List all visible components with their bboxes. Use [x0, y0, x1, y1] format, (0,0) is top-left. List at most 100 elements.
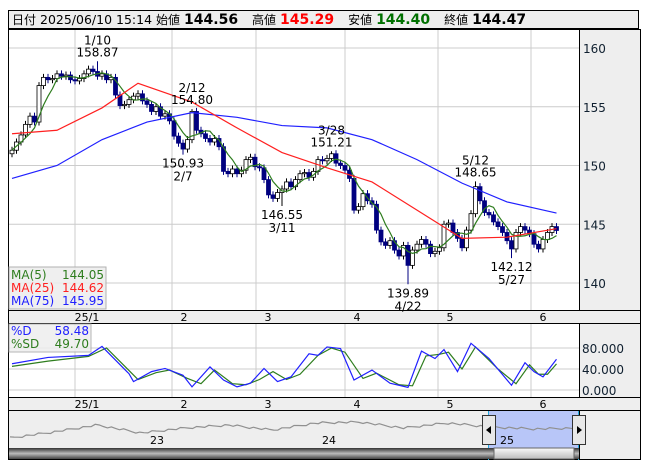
candle-body [500, 226, 505, 233]
candle-body [207, 138, 213, 143]
price-tick-label: 145 [583, 218, 606, 232]
annotation-value: 158.87 [77, 45, 119, 59]
month-label: 4 [354, 311, 361, 324]
candle-body [351, 178, 357, 211]
candle-body [162, 113, 168, 117]
annotation-value: 142.12 [491, 260, 533, 274]
candle-body [536, 243, 541, 250]
month-label: 2 [181, 311, 188, 324]
annotation-value: 148.65 [455, 165, 497, 179]
candle-body [495, 221, 501, 227]
ma25-legend-name: MA(25) [11, 281, 54, 295]
candle-body [522, 226, 528, 231]
month-label: 3 [265, 311, 272, 324]
candle-body [230, 168, 235, 175]
annotation-value: 151.21 [311, 135, 353, 149]
candle-body [234, 168, 240, 175]
price-tick-label: 150 [583, 160, 606, 174]
candle-body [450, 222, 456, 233]
candle-body [356, 206, 361, 211]
candle-body [261, 167, 267, 181]
annotation-date: 5/27 [498, 273, 525, 287]
month-label: 3 [265, 398, 272, 411]
right-handle[interactable] [572, 415, 586, 445]
candle-body [171, 120, 177, 137]
annotation-value: 146.55 [261, 208, 303, 222]
candle [113, 73, 118, 99]
candle-body [41, 76, 46, 86]
annotation-date: 3/11 [269, 221, 296, 235]
candle-body [486, 212, 492, 216]
ma75-legend-value: 145.95 [62, 294, 104, 308]
candle-body [284, 181, 289, 190]
candle-body [383, 241, 388, 246]
candle-body [153, 106, 159, 112]
left-handle[interactable] [482, 415, 496, 445]
candle [441, 220, 447, 252]
candle-body [437, 247, 442, 252]
year-label-25: 25 [500, 434, 514, 447]
candle-body [257, 166, 262, 169]
candle-body [468, 213, 474, 231]
scrollbar-thumb[interactable] [493, 447, 575, 460]
candle [464, 226, 469, 252]
candle-body [302, 172, 307, 175]
month-label: 6 [540, 398, 547, 411]
stoch-tick-label: 40.000 [582, 363, 624, 377]
candle-body [86, 68, 91, 75]
candle-body [45, 76, 51, 81]
candle-body [194, 111, 199, 131]
candle-body [324, 158, 330, 162]
candle-body [27, 115, 33, 125]
candle-body [338, 162, 343, 166]
candle-body [185, 139, 190, 150]
candle-body [50, 78, 55, 81]
month-label: 25/1 [75, 311, 100, 324]
month-label: 5 [447, 311, 454, 324]
month-label: 6 [540, 311, 547, 324]
candle-body [540, 239, 546, 250]
stoch-sd-legend-value: 49.70 [55, 337, 89, 351]
candle [194, 107, 199, 134]
candle-body [428, 243, 433, 255]
annotation-value: 154.80 [171, 93, 213, 107]
candle [513, 228, 519, 253]
year-label-23: 23 [150, 434, 164, 447]
candle-body [180, 142, 186, 150]
candle-body [144, 100, 150, 105]
candle-body [32, 115, 37, 123]
candle-body [405, 244, 411, 266]
stoch-plot-area[interactable] [8, 323, 580, 398]
ma75-legend-name: MA(75) [11, 294, 54, 308]
candle-body [509, 240, 514, 250]
candle-body [378, 229, 384, 243]
candle-body [297, 173, 303, 181]
candle-body [477, 186, 483, 202]
annotation-date: 4/22 [395, 299, 422, 313]
stoch-d-legend-value: 58.48 [55, 324, 89, 338]
candle-body [288, 181, 294, 188]
annotation-value: 139.89 [387, 286, 429, 300]
ma25-legend-value: 144.62 [62, 281, 104, 295]
candle-body [459, 237, 465, 249]
candle-body [77, 78, 82, 82]
candle [473, 181, 478, 218]
candle-body [176, 135, 181, 144]
candle-body [72, 79, 78, 82]
ma-legend: MA(5) 144.05 MA(25) 144.62 MA(75) 145.95 [8, 266, 107, 310]
candle-body [248, 156, 253, 161]
candle-body [203, 133, 208, 139]
price-tick-label: 140 [583, 277, 606, 291]
candle-body [135, 93, 141, 97]
candle-body [518, 226, 523, 233]
candle-body [342, 165, 348, 171]
candle [189, 109, 195, 144]
candle-body [320, 159, 325, 162]
candle-body [464, 229, 469, 249]
candle-body [531, 233, 537, 245]
candle-body [126, 99, 132, 105]
candle-body [491, 214, 496, 223]
month-label: 5 [447, 398, 454, 411]
candle-body [149, 104, 154, 112]
price-tick-label: 155 [583, 101, 606, 115]
